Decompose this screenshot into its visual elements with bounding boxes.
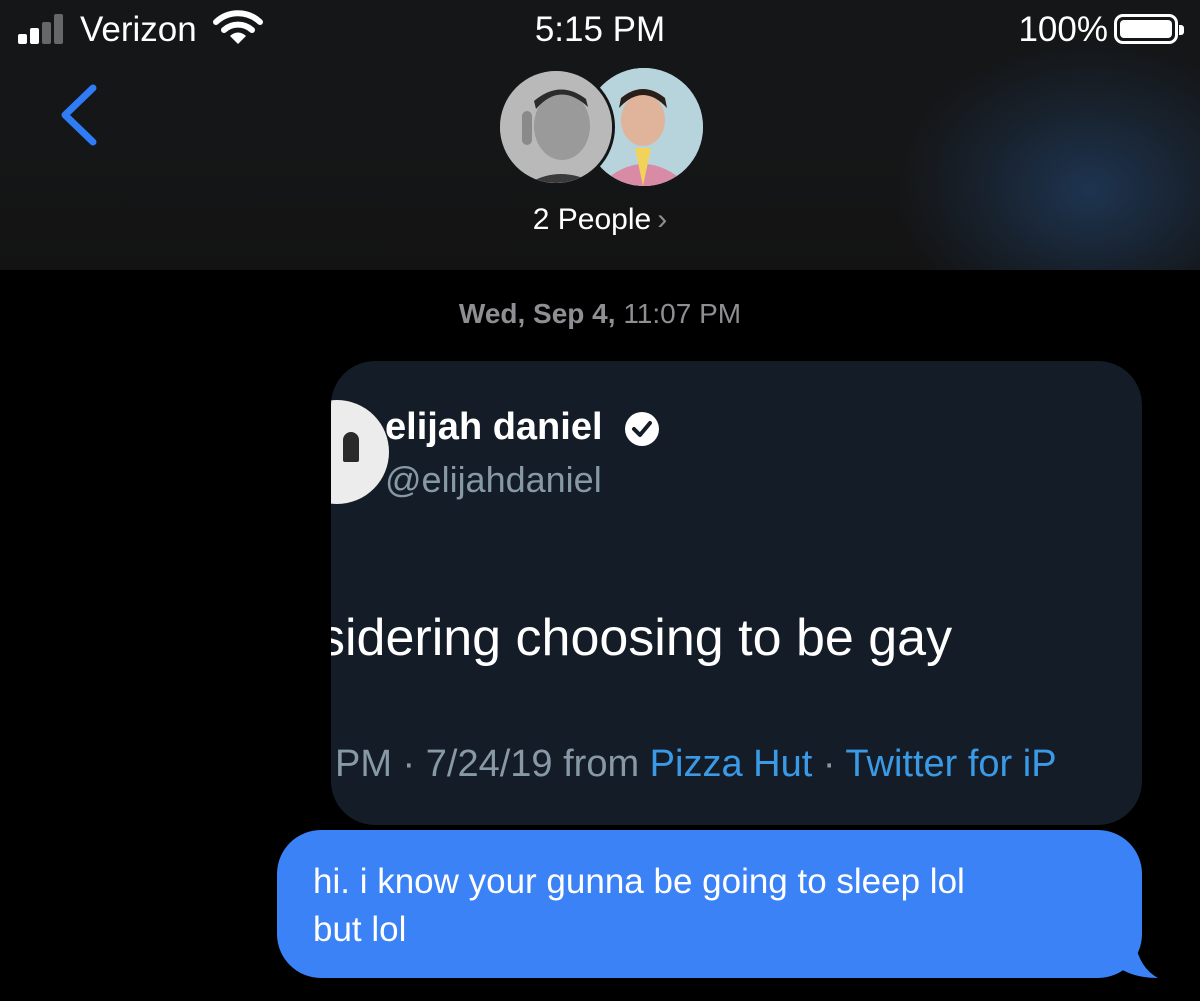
tweet-location-link: Pizza Hut — [649, 743, 813, 785]
tweet-source-link: Twitter for iP — [845, 743, 1057, 785]
message-text-line-2: but lol — [313, 910, 407, 949]
tweet-author-avatar — [331, 400, 389, 504]
timestamp-time: 11:07 PM — [623, 298, 742, 329]
status-bar: Verizon 5:15 PM 100% — [0, 0, 1200, 60]
person-photo-icon — [500, 71, 612, 183]
conversation-header: Verizon 5:15 PM 100% 2 People › — [0, 0, 1200, 270]
tweet-meta-prefix: PM · 7/24/19 from — [335, 743, 650, 785]
battery-percentage: 100% — [1018, 10, 1108, 49]
sent-message-bubble[interactable]: hi. i know your gunna be going to sleep … — [277, 830, 1142, 978]
palm-tree-icon — [343, 432, 359, 462]
tweet-meta-separator: · — [812, 743, 846, 785]
tweet-author-handle: @elijahdaniel — [385, 459, 602, 500]
timestamp-day: Wed, Sep 4, — [458, 298, 616, 329]
battery-icon — [1114, 14, 1184, 44]
contact-avatar-1[interactable] — [497, 68, 615, 186]
verified-badge-icon — [625, 411, 660, 446]
message-timestamp: Wed, Sep 4, 11:07 PM — [0, 298, 1200, 330]
tweet-author-name: elijah daniel — [385, 406, 661, 449]
group-details-button[interactable]: 2 People › — [0, 203, 1200, 237]
tweet-author-name-text: elijah daniel — [385, 406, 603, 448]
message-text-line-1: hi. i know your gunna be going to sleep … — [313, 862, 965, 901]
back-button[interactable] — [55, 80, 105, 150]
group-label-text: 2 People — [532, 203, 652, 236]
tweet-meta: PM · 7/24/19 from Pizza Hut · Twitter fo… — [335, 743, 1057, 786]
chevron-right-icon: › — [657, 203, 668, 236]
bubble-tail-icon — [1112, 932, 1158, 978]
image-attachment-message[interactable]: elijah daniel @elijahdaniel sidering cho… — [331, 361, 1142, 825]
tweet-text: sidering choosing to be gay — [331, 609, 953, 667]
